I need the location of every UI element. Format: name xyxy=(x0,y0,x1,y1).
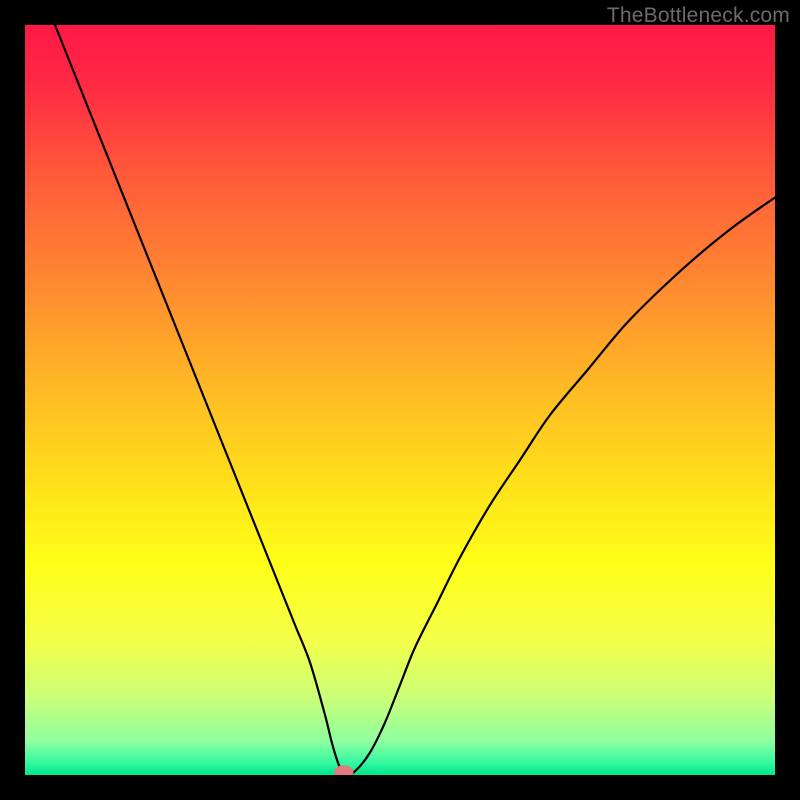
bottleneck-curve xyxy=(55,25,775,774)
outer-frame: TheBottleneck.com xyxy=(0,0,800,800)
plot-area xyxy=(25,25,775,775)
watermark-text: TheBottleneck.com xyxy=(607,4,790,28)
optimum-marker xyxy=(334,765,354,775)
chart-svg xyxy=(25,25,775,775)
